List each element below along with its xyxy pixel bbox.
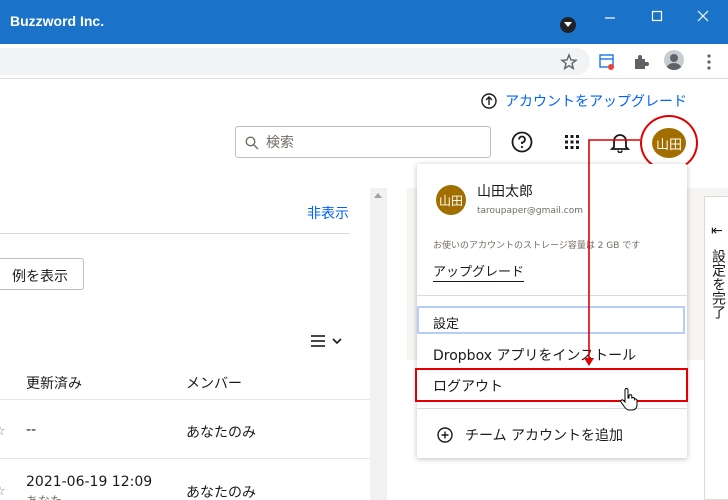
annotation-arrow	[584, 139, 640, 366]
hand-cursor-icon	[619, 388, 639, 412]
